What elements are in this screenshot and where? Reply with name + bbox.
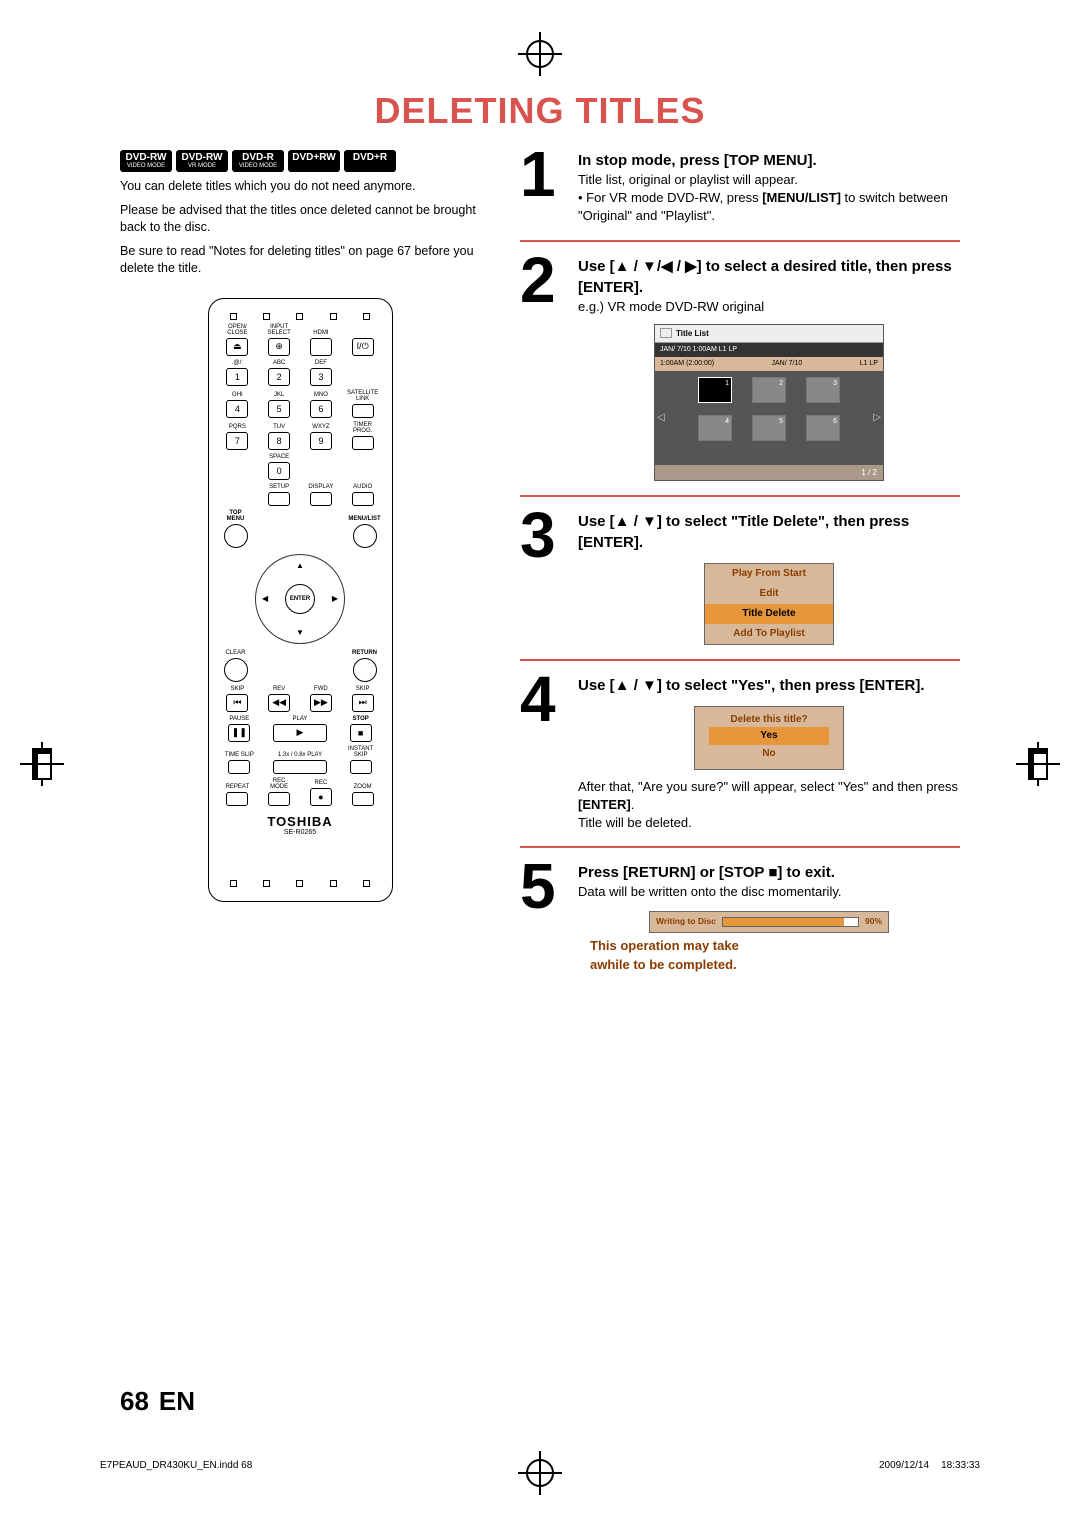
menu-item: Add To Playlist — [705, 624, 833, 644]
step-heading: Press [RETURN] or [STOP ■] to exit. — [578, 862, 960, 883]
intro-text: You can delete titles which you do not n… — [120, 178, 480, 278]
step-4: 4 Use [▲ / ▼] to select "Yes", then pres… — [520, 675, 960, 849]
progress-bar — [722, 917, 859, 927]
step-sub: e.g.) VR mode DVD-RW original — [578, 298, 960, 316]
badge-dvd-rw-video: DVD-RWVIDEO MODE — [120, 150, 172, 172]
badge-dvd-rw-vr: DVD-RWVR MODE — [176, 150, 228, 172]
step-text: Title will be deleted. — [578, 814, 960, 832]
registration-mark-top — [526, 40, 554, 68]
step-bullet: For VR mode DVD-RW, press [MENU/LIST] to… — [578, 189, 960, 225]
registration-mark-left — [32, 748, 52, 780]
title-list-panel: Title List JAN/ 7/10 1:00AM L1 LP 1:00AM… — [654, 324, 884, 481]
title-thumbnail: 2 — [752, 377, 786, 403]
title-thumbnail: 5 — [752, 415, 786, 441]
badge-dvd-plus-r: DVD+R — [344, 150, 396, 172]
step-heading: Use [▲ / ▼] to select "Title Delete", th… — [578, 511, 960, 553]
step-5: 5 Press [RETURN] or [STOP ■] to exit. Da… — [520, 862, 960, 987]
step-sub: Data will be written onto the disc momen… — [578, 883, 960, 901]
title-thumbnail: 4 — [698, 415, 732, 441]
warning-text: awhile to be completed. — [590, 956, 960, 974]
step-heading: Use [▲ / ▼] to select "Yes", then press … — [578, 675, 960, 696]
context-menu: Play From Start Edit Title Delete Add To… — [704, 563, 834, 645]
menu-item: Edit — [705, 584, 833, 604]
title-thumbnail: 1 — [698, 377, 732, 403]
step-number: 1 — [520, 150, 566, 226]
disc-badges: DVD-RWVIDEO MODE DVD-RWVR MODE DVD-RVIDE… — [120, 150, 480, 172]
dialog-no: No — [695, 745, 843, 763]
step-1: 1 In stop mode, press [TOP MENU]. Title … — [520, 150, 960, 242]
remote-model: SE-R0265 — [217, 829, 384, 836]
step-text: Title list, original or playlist will ap… — [578, 171, 960, 189]
step-2: 2 Use [▲ / ▼/◀ / ▶] to select a desired … — [520, 256, 960, 497]
print-metadata: E7PEAUD_DR430KU_EN.indd 68 2009/12/1418:… — [100, 1460, 980, 1471]
title-thumbnail: 6 — [806, 415, 840, 441]
confirm-dialog: Delete this title? Yes No — [694, 706, 844, 770]
arrow-left-icon: ◁ — [657, 411, 665, 425]
step-text: After that, "Are you sure?" will appear,… — [578, 778, 960, 814]
menu-item-selected: Title Delete — [705, 604, 833, 624]
registration-mark-right — [1028, 748, 1048, 780]
badge-dvd-plus-rw: DVD+RW — [288, 150, 340, 172]
step-number: 4 — [520, 675, 566, 833]
page-footer: 68EN — [120, 1386, 195, 1417]
step-heading: In stop mode, press [TOP MENU]. — [578, 150, 960, 171]
list-icon — [660, 328, 672, 338]
menu-item: Play From Start — [705, 564, 833, 584]
remote-brand: TOSHIBA — [217, 814, 384, 829]
step-number: 5 — [520, 862, 566, 973]
arrow-right-icon: ▷ — [873, 411, 881, 425]
badge-dvd-r-video: DVD-RVIDEO MODE — [232, 150, 284, 172]
title-thumbnail: 3 — [806, 377, 840, 403]
warning-text: This operation may take — [590, 937, 960, 955]
step-3: 3 Use [▲ / ▼] to select "Title Delete", … — [520, 511, 960, 661]
progress-label: Writing to Disc — [656, 916, 716, 928]
remote-control-illustration: OPEN/ CLOSE⏏ INPUT SELECT⊕ HDMI I/⏻ .@/:… — [208, 298, 393, 902]
progress-percent: 90% — [865, 916, 882, 928]
step-heading: Use [▲ / ▼/◀ / ▶] to select a desired ti… — [578, 256, 960, 298]
dialog-yes: Yes — [709, 727, 829, 745]
page-title: DELETING TITLES — [120, 90, 960, 132]
writing-progress: Writing to Disc 90% — [649, 911, 889, 933]
dialog-prompt: Delete this title? — [695, 713, 843, 727]
step-number: 2 — [520, 256, 566, 481]
step-number: 3 — [520, 511, 566, 645]
